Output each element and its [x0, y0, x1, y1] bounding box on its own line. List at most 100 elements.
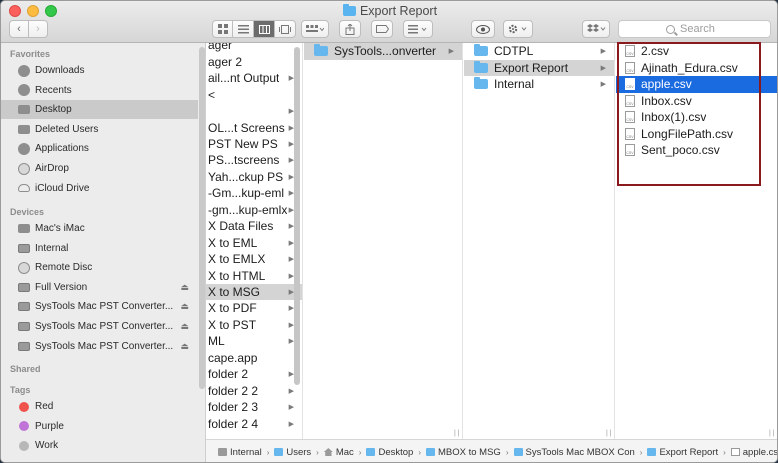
folder-row[interactable]: folder 2 3 ▶	[206, 399, 302, 416]
sidebar-item-full-version-3[interactable]: Full Version ⏏	[1, 278, 198, 297]
tag-button[interactable]	[371, 20, 393, 38]
path-crumb[interactable]: Export Report	[647, 447, 718, 458]
folder-row[interactable]: ager 2	[206, 53, 302, 70]
sidebar-item-systools-mac-pst-converter-6[interactable]: SysTools Mac PST Converter... ⏏	[1, 337, 198, 356]
folder-row[interactable]: cape.app	[206, 350, 302, 367]
path-crumb[interactable]: apple.csv	[730, 447, 777, 458]
folder-row[interactable]: X to EMLX ▶	[206, 251, 302, 268]
folder-row[interactable]: Export Report ▶	[464, 59, 614, 76]
folder-row[interactable]: ML ▶	[206, 333, 302, 350]
sidebar-item-internal-1[interactable]: Internal	[1, 239, 198, 258]
drive-icon	[18, 243, 30, 253]
sidebar-header-favorites: Favorites	[10, 49, 51, 59]
sidebar-item-icloud-drive-6[interactable]: iCloud Drive	[1, 179, 198, 198]
sidebar-item-deleted-users-3[interactable]: Deleted Users	[1, 120, 198, 139]
folder-label: -gm...kup-emlx	[208, 202, 288, 217]
path-crumb[interactable]: Users	[274, 447, 311, 458]
quick-look-button[interactable]	[471, 20, 495, 38]
eject-icon[interactable]: ⏏	[180, 341, 189, 352]
path-crumb[interactable]: Internal	[218, 447, 262, 458]
folder-row[interactable]: X to PST ▶	[206, 317, 302, 334]
folder-row[interactable]: OL...t Screens ▶	[206, 119, 302, 136]
eject-icon[interactable]: ⏏	[180, 321, 189, 332]
sidebar: Favorites Downloads Recents Desktop Deleted…	[1, 43, 206, 462]
folder-row[interactable]: Yah...ckup PS ▶	[206, 169, 302, 186]
sidebar-item-label: Recents	[35, 84, 72, 96]
folder-row[interactable]: -Gm...kup-eml ▶	[206, 185, 302, 202]
folder-row[interactable]: X to HTML ▶	[206, 267, 302, 284]
sidebar-scrollbar[interactable]	[199, 47, 205, 389]
folder-row[interactable]: -gm...kup-emlx ▶	[206, 202, 302, 219]
folder-row[interactable]: folder 2 2 ▶	[206, 382, 302, 399]
column-view-button[interactable]	[254, 20, 275, 38]
eject-icon[interactable]: ⏏	[180, 301, 189, 312]
disclosure-arrow-icon: ▶	[288, 387, 294, 395]
path-crumb[interactable]: Mac	[323, 447, 354, 458]
list-view-button[interactable]	[233, 20, 254, 38]
folder-row[interactable]: X to EML ▶	[206, 234, 302, 251]
sidebar-tag-red[interactable]: Red	[1, 397, 198, 416]
folder-row[interactable]: X to PDF ▶	[206, 300, 302, 317]
sidebar-item-systools-mac-pst-converter-4[interactable]: SysTools Mac PST Converter... ⏏	[1, 297, 198, 316]
folder-row[interactable]: ail...nt Output ▶	[206, 70, 302, 87]
folder-row[interactable]: Internal ▶	[464, 76, 614, 93]
sidebar-item-label: Full Version	[35, 281, 88, 293]
path-crumb[interactable]: MBOX to MSG	[426, 447, 501, 458]
sidebar-item-remote-disc-2[interactable]: Remote Disc	[1, 258, 198, 277]
column-3-resize-handle[interactable]: | |	[606, 430, 614, 437]
desktop-icon	[18, 105, 30, 115]
action-sort-button[interactable]	[403, 20, 433, 38]
disclosure-arrow-icon: ▶	[448, 48, 454, 56]
folder-row[interactable]: PST New PS ▶	[206, 136, 302, 153]
search-field[interactable]: Search	[618, 20, 771, 38]
folder-label: X Data Files	[208, 219, 274, 234]
column-4-resize-handle[interactable]: | |	[769, 430, 777, 437]
folder-row[interactable]: ▶	[206, 103, 302, 120]
folder-row[interactable]: PS...tscreens ▶	[206, 152, 302, 169]
path-crumb[interactable]: Desktop	[366, 447, 413, 458]
sidebar-item-airdrop-5[interactable]: AirDrop	[1, 159, 198, 178]
folder-row[interactable]: CDTPL ▶	[464, 43, 614, 60]
sidebar-tag-work[interactable]: Work	[1, 436, 198, 455]
eject-icon[interactable]: ⏏	[180, 282, 189, 293]
arrange-button[interactable]	[301, 20, 329, 38]
sidebar-item-label: SysTools Mac PST Converter...	[35, 340, 174, 352]
window-title: Export Report	[1, 4, 777, 18]
sidebar-item-downloads-0[interactable]: Downloads	[1, 61, 198, 80]
share-button[interactable]	[339, 20, 361, 38]
folder-label: <	[208, 87, 216, 102]
folder-icon	[474, 60, 488, 73]
sidebar-item-recents-1[interactable]: Recents	[1, 81, 198, 100]
sidebar-item-label: AirDrop	[35, 163, 69, 174]
home-icon	[323, 448, 333, 456]
sidebar-item-systools-mac-pst-converter-5[interactable]: SysTools Mac PST Converter... ⏏	[1, 317, 198, 336]
column-1: ager ager 2 ail...nt Output ▶ < ▶ OL...t Scree…	[206, 43, 303, 439]
folder-icon	[426, 448, 435, 456]
folder-row[interactable]: <	[206, 86, 302, 103]
folder-row[interactable]: X Data Files ▶	[206, 218, 302, 235]
sidebar-item-applications-4[interactable]: Applications	[1, 139, 198, 158]
back-button[interactable]: ‹	[9, 20, 29, 38]
folder-label: X to PST	[208, 317, 257, 332]
gallery-view-button[interactable]	[275, 20, 296, 38]
folder-row[interactable]: X to MSG ▶	[206, 283, 302, 301]
folder-row[interactable]: SysTools...onverter ▶	[304, 43, 462, 60]
folder-label: OL...t Screens	[208, 120, 285, 135]
folder-row[interactable]: ager	[206, 43, 302, 54]
path-crumb-label: SysTools Mac MBOX Con	[525, 446, 635, 458]
disclosure-arrow-icon: ▶	[600, 81, 606, 89]
dropbox-button[interactable]	[582, 20, 610, 38]
folder-row[interactable]: folder 2 4 ▶	[206, 415, 302, 432]
sidebar-item-mac-s-imac-0[interactable]: Mac's iMac	[1, 219, 198, 238]
sidebar-item-label: Downloads	[35, 65, 85, 76]
column-1-scrollbar[interactable]	[294, 47, 300, 385]
path-crumb[interactable]: SysTools Mac MBOX Con	[513, 446, 635, 458]
column-2-resize-handle[interactable]: | |	[454, 430, 462, 437]
icon-view-button[interactable]	[212, 20, 233, 38]
forward-button[interactable]: ›	[28, 20, 48, 38]
sort-icon	[408, 24, 427, 33]
folder-row[interactable]: folder 2 ▶	[206, 366, 302, 383]
sidebar-item-desktop-2[interactable]: Desktop	[1, 100, 198, 120]
sidebar-tag-purple[interactable]: Purple	[1, 417, 198, 436]
action-menu-button[interactable]	[503, 20, 533, 38]
